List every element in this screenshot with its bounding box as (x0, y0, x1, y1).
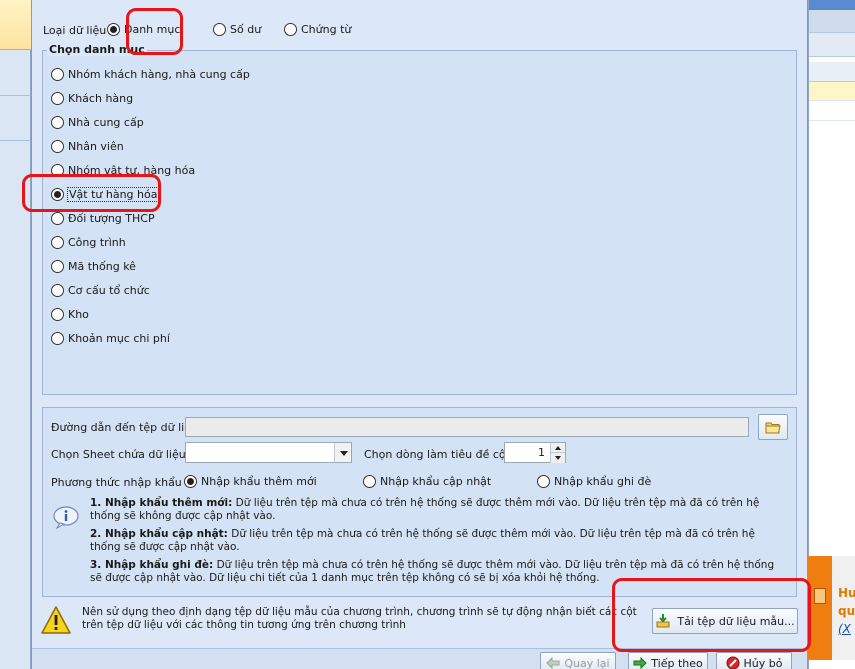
header-row-stepper[interactable]: 1 (504, 442, 566, 463)
background-advert: Hư qu (X (808, 556, 855, 660)
category-option[interactable]: Khoản mục chi phí (51, 332, 170, 345)
category-option[interactable]: Khách hàng (51, 92, 133, 105)
category-legend: Chọn danh mục (47, 43, 147, 56)
category-option[interactable]: Công trình (51, 236, 126, 249)
header-row-value[interactable]: 1 (538, 446, 545, 459)
radio-button[interactable] (213, 23, 226, 36)
import-dialog: Loại dữ liệu Danh mục Số dư Chứng từ Nhó… (31, 0, 808, 669)
radio-button[interactable] (51, 236, 64, 249)
download-template-button[interactable]: Tải tệp dữ liệu mẫu... (652, 608, 798, 634)
next-button[interactable]: Tiếp theo (628, 652, 708, 669)
radio-button[interactable] (51, 284, 64, 297)
category-option[interactable]: Cơ cấu tổ chức (51, 284, 150, 297)
category-option[interactable]: Nhóm vật tư, hàng hóa (51, 164, 195, 177)
warning-text: Nên sử dụng theo định dạng tệp dữ liệu m… (82, 606, 637, 631)
category-option[interactable]: Mã thống kê (51, 260, 136, 273)
category-group: Nhóm khách hàng, nhà cung cấp Khách hàng N… (42, 50, 797, 395)
back-arrow-icon (546, 657, 560, 669)
radio-button[interactable] (51, 308, 64, 321)
download-template-icon (656, 614, 670, 628)
radio-button[interactable] (184, 475, 197, 488)
category-option[interactable]: Kho (51, 308, 89, 321)
radio-button[interactable] (51, 260, 64, 273)
category-option[interactable]: Nhân viên (51, 140, 124, 153)
radio-button[interactable] (51, 116, 64, 129)
import-method-update[interactable]: Nhập khẩu cập nhật (363, 475, 491, 488)
warning-icon (41, 606, 71, 634)
cancel-icon (726, 656, 740, 669)
radio-button[interactable] (51, 164, 64, 177)
back-button[interactable]: Quay lại (540, 652, 616, 669)
stepper-up-icon[interactable] (550, 443, 565, 453)
radio-button[interactable] (107, 23, 120, 36)
radio-button[interactable] (51, 212, 64, 225)
import-method-overwrite[interactable]: Nhập khẩu ghi đè (537, 475, 651, 488)
stepper-down-icon[interactable] (550, 453, 565, 463)
next-arrow-icon (633, 657, 647, 669)
info-icon (53, 506, 79, 529)
radio-button[interactable] (51, 68, 64, 81)
radio-button[interactable] (51, 332, 64, 345)
advert-icon (814, 588, 826, 604)
radio-button[interactable] (51, 188, 64, 201)
category-option[interactable]: Đối tượng THCP (51, 212, 155, 225)
sheet-select[interactable] (185, 442, 352, 463)
data-type-label: Loại dữ liệu (43, 24, 107, 37)
folder-icon (765, 422, 781, 433)
note-update: 2. Nhập khẩu cập nhật: Dữ liệu trên tệp … (90, 528, 755, 553)
data-type-option-category[interactable]: Danh mục (107, 23, 180, 36)
note-add-new: 1. Nhập khẩu thêm mới: Dữ liệu trên tệp … (90, 497, 760, 522)
browse-file-button[interactable] (758, 414, 788, 440)
file-path-input[interactable] (185, 417, 749, 437)
category-option[interactable]: Nhà cung cấp (51, 116, 144, 129)
note-overwrite: 3. Nhập khẩu ghi đè: Dữ liệu trên tệp mà… (90, 559, 775, 584)
category-option[interactable]: Vật tư hàng hóa (51, 187, 160, 202)
cancel-button[interactable]: Hủy bỏ (716, 652, 792, 669)
header-row-label: Chọn dòng làm tiêu đề cột (364, 448, 510, 461)
category-option[interactable]: Nhóm khách hàng, nhà cung cấp (51, 68, 250, 81)
radio-button[interactable] (51, 140, 64, 153)
import-method-label: Phương thức nhập khẩu (51, 476, 182, 489)
data-type-option-voucher[interactable]: Chứng từ (284, 23, 351, 36)
radio-button[interactable] (51, 92, 64, 105)
file-path-label: Đường dẫn đến tệp dữ liệu (51, 421, 198, 434)
sheet-label: Chọn Sheet chứa dữ liệu (51, 448, 186, 461)
chevron-down-icon[interactable] (334, 443, 351, 462)
background-left-panel (0, 0, 31, 669)
data-type-option-balance[interactable]: Số dư (213, 23, 261, 36)
radio-button[interactable] (284, 23, 297, 36)
radio-button[interactable] (363, 475, 376, 488)
radio-button[interactable] (537, 475, 550, 488)
background-header-cell (0, 0, 31, 50)
import-method-add-new[interactable]: Nhập khẩu thêm mới (184, 475, 317, 488)
